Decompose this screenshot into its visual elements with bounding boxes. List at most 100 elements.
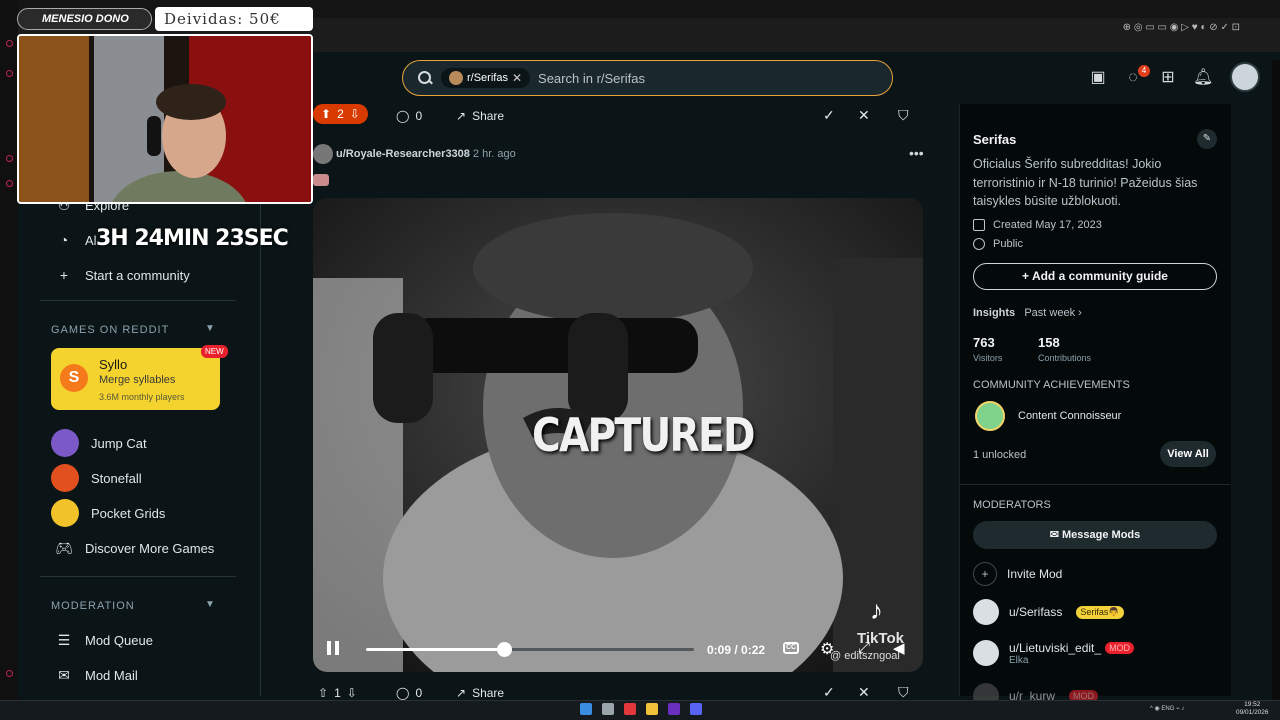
windows-start-icon[interactable] <box>580 703 592 715</box>
search-icon <box>417 70 433 86</box>
created-date: Created May 17, 2023 <box>973 219 1102 231</box>
insights-period[interactable]: Past week › <box>1024 307 1081 319</box>
sidebar-item-jump-cat[interactable]: Jump Cat <box>51 429 147 457</box>
upvote-icon[interactable]: ⇧ <box>318 686 328 700</box>
sidebar-item-label: Stonefall <box>91 470 142 486</box>
fullscreen-icon[interactable]: ⤢ <box>858 639 870 656</box>
side-icon[interactable] <box>6 670 13 677</box>
games-section-title[interactable]: GAMES ON REDDIT <box>51 324 169 336</box>
extension-icons[interactable]: ⊕ ◎ ▭ ▭ ◉ ▷ ♥ ◐ ⊘ ✓ ⊡ <box>1123 22 1240 33</box>
vote-control[interactable]: ⇧ 1 ⇩ <box>318 686 357 700</box>
invite-mod-button[interactable]: + Invite Mod <box>973 562 1062 586</box>
sidebar-item-stonefall[interactable]: Stonefall <box>51 464 142 492</box>
approve-icon[interactable]: ✓ <box>823 107 835 124</box>
sidebar-item-discover-games[interactable]: 🎮︎ Discover More Games <box>55 539 214 557</box>
shield-icon[interactable]: ⛉ <box>898 107 909 124</box>
comments-button[interactable]: ◯ 0 <box>396 109 422 123</box>
create-post-icon[interactable]: ⊞ <box>1158 68 1178 88</box>
sidebar-divider <box>40 300 236 301</box>
video-progress-bar[interactable] <box>366 642 694 657</box>
captions-icon[interactable]: CC <box>783 642 799 654</box>
share-icon: ↗ <box>456 686 467 700</box>
subreddit-chip[interactable]: r/Serifas ✕ <box>441 68 531 88</box>
close-icon[interactable]: ✕ <box>512 71 522 85</box>
app-icon[interactable] <box>668 703 680 715</box>
upvote-icon[interactable]: ⬆ <box>321 107 331 121</box>
sidebar-item-label: Jump Cat <box>91 435 147 451</box>
moderator-avatar <box>973 640 999 666</box>
downvote-icon[interactable]: ⇩ <box>347 686 357 700</box>
moderator-name[interactable]: u/Serifass <box>1009 605 1062 619</box>
chevron-down-icon[interactable]: ▼ <box>205 599 215 610</box>
visitors-label: Visitors <box>973 353 1003 363</box>
share-button[interactable]: ↗ Share <box>456 686 504 700</box>
sidebar-item-pocket-grids[interactable]: Pocket Grids <box>51 499 165 527</box>
message-mods-button[interactable]: ✉ Message Mods <box>973 521 1217 549</box>
language-indicator: ENG <box>1161 706 1175 712</box>
share-icon: ↗ <box>456 109 467 123</box>
side-icon[interactable] <box>6 40 13 47</box>
chevron-down-icon[interactable]: ▼ <box>205 323 215 334</box>
progress-scrubber[interactable] <box>496 642 512 657</box>
view-all-button[interactable]: View All <box>1160 441 1216 467</box>
folder-icon[interactable] <box>646 703 658 715</box>
approve-icon[interactable]: ✓ <box>823 684 835 701</box>
page-scrollbar[interactable] <box>1272 60 1280 700</box>
post-author[interactable]: u/Royale-Researcher3308 <box>336 148 470 160</box>
browser-side-panel <box>0 0 18 700</box>
sidebar-item-all[interactable]: ◔ Al <box>55 231 97 249</box>
progress-fill <box>366 648 504 651</box>
post-title-emoji <box>313 174 329 186</box>
moderator-row[interactable]: u/Lietuviski_edit_ MOD Elka <box>973 640 1135 666</box>
side-icon[interactable] <box>6 70 13 77</box>
vote-control[interactable]: ⬆ 2 ⇩ <box>313 104 368 124</box>
moderation-section-title[interactable]: MODERATION <box>51 600 135 612</box>
discord-icon[interactable] <box>690 703 702 715</box>
moderator-row[interactable]: u/Serifass Serifas👨 <box>973 599 1124 625</box>
ad-icon[interactable]: ▣ <box>1088 68 1108 88</box>
notification-bell-icon[interactable]: 🔔︎ <box>1193 68 1213 88</box>
edit-icon[interactable]: ✎ <box>1197 129 1217 149</box>
plus-icon: + <box>973 562 997 586</box>
insights-row[interactable]: Insights Past week › <box>973 307 1082 319</box>
side-icon[interactable] <box>6 155 13 162</box>
user-avatar[interactable] <box>1230 62 1260 92</box>
task-view-icon[interactable] <box>602 703 614 715</box>
featured-game-players: 3.6M monthly players <box>99 392 185 402</box>
sidebar-item-mod-queue[interactable]: ☰ Mod Queue <box>55 631 153 649</box>
gamepad-icon: 🎮︎ <box>55 540 73 556</box>
comment-icon: ◯ <box>396 686 410 700</box>
globe-icon <box>973 238 985 250</box>
comment-count: 0 <box>415 686 423 700</box>
comments-button[interactable]: ◯ 0 <box>396 686 422 700</box>
share-button[interactable]: ↗ Share <box>456 109 504 123</box>
pause-icon[interactable] <box>326 641 340 655</box>
clock[interactable]: 19:52 09/01/2026 <box>1236 701 1269 717</box>
side-icon[interactable] <box>6 180 13 187</box>
sidebar-item-start-community[interactable]: + Start a community <box>55 266 190 284</box>
remove-icon[interactable]: ✕ <box>858 684 870 701</box>
achievement-badge-icon <box>975 401 1005 431</box>
calendar-icon <box>973 219 985 231</box>
volume-icon[interactable]: ◀ <box>893 639 905 657</box>
search-input[interactable]: r/Serifas ✕ Search in r/Serifas <box>402 60 893 96</box>
sidebar-divider <box>40 576 236 577</box>
remove-icon[interactable]: ✕ <box>858 107 870 124</box>
moderator-name[interactable]: u/Lietuviski_edit_ <box>1009 641 1101 655</box>
add-community-guide-button[interactable]: + Add a community guide <box>973 263 1217 290</box>
video-caption: CAPTURED <box>532 408 755 462</box>
browser-icon[interactable] <box>624 703 636 715</box>
shield-icon[interactable]: ⛉ <box>898 684 909 701</box>
more-options-icon[interactable]: ••• <box>909 145 924 161</box>
downvote-icon[interactable]: ⇩ <box>350 107 360 121</box>
sidebar-item-mod-mail[interactable]: ✉ Mod Mail <box>55 666 138 684</box>
post-time: • 2 hr. ago <box>466 148 516 160</box>
community-name: Serifas <box>973 132 1017 147</box>
vote-count: 2 <box>337 107 344 121</box>
system-tray[interactable]: ^ ◉ ENG ⌁ ♪ <box>1150 705 1184 712</box>
featured-game-title: Syllo <box>99 357 128 372</box>
author-avatar[interactable] <box>313 144 333 164</box>
sidebar-item-label: Pocket Grids <box>91 505 166 521</box>
gear-icon[interactable]: ⚙ <box>820 639 834 659</box>
plus-icon: + <box>59 267 69 283</box>
